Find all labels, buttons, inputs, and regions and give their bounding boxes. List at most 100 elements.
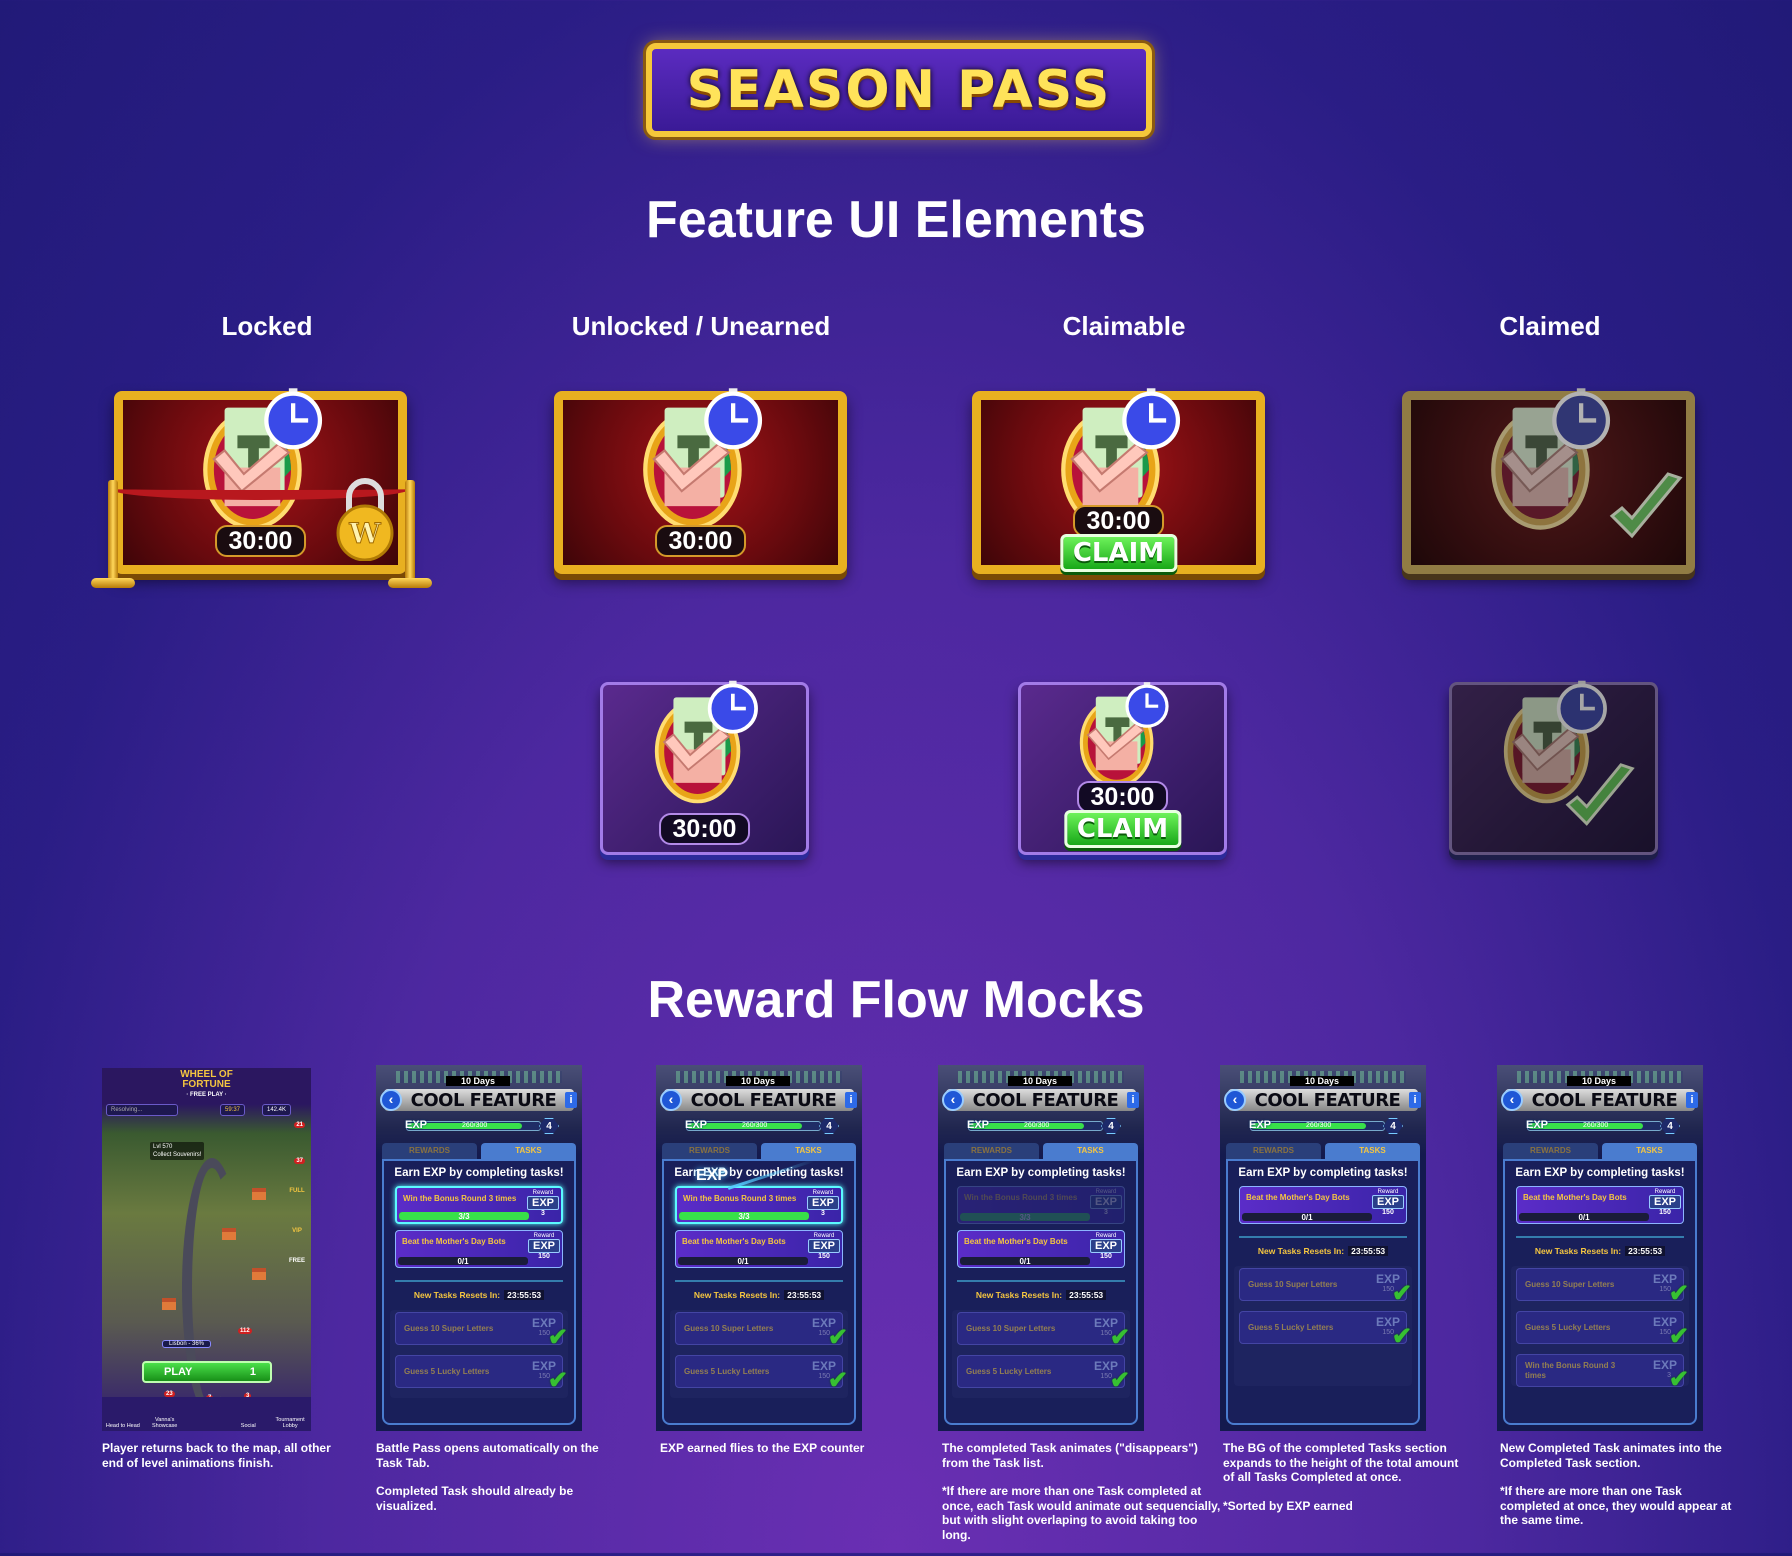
svg-text:W: W <box>348 517 381 550</box>
play-button[interactable]: PLAY 1 <box>142 1361 272 1383</box>
task-card[interactable]: Beat the Mother's Day Bots 0/1 Reward EXP… <box>957 1230 1125 1268</box>
task-card[interactable]: Win the Bonus Round 3 times 3/3 Reward EX… <box>957 1186 1125 1224</box>
task-card[interactable]: Beat the Mother's Day Bots 0/1 Reward EXP… <box>1239 1186 1407 1224</box>
task-reward: Reward EXP 150 <box>808 1233 840 1260</box>
flow-caption: EXP earned flies to the EXP counter <box>660 1441 865 1455</box>
days-remaining: 10 Days <box>1008 1076 1072 1086</box>
back-icon[interactable]: ‹ <box>660 1089 682 1111</box>
flow-caption: Battle Pass opens automatically on the T… <box>376 1441 599 1513</box>
tab-tasks[interactable]: TASKS <box>1043 1143 1138 1159</box>
completed-task: Guess 10 Super Letters EXP 150 ✔ <box>957 1312 1130 1351</box>
task-panel-mock: 10 Days ‹ COOL FEATURE i EXP 260/300 4 REWA… <box>938 1065 1144 1431</box>
tab-rewards[interactable]: REWARDS <box>382 1143 477 1159</box>
info-icon[interactable]: i <box>1685 1092 1698 1108</box>
completed-section: Guess 10 Super Letters EXP 150 ✔ Guess 5… <box>952 1310 1130 1398</box>
tasks-heading: Earn EXP by completing tasks! <box>956 1167 1126 1179</box>
side-free[interactable]: FREE <box>286 1258 308 1264</box>
info-icon[interactable]: i <box>1408 1092 1421 1108</box>
checkmark-icon: ✔ <box>1668 1280 1689 1307</box>
tab-rewards[interactable]: REWARDS <box>1226 1143 1321 1159</box>
checkmark-icon: ✔ <box>1109 1367 1130 1394</box>
tasks-panel: Earn EXP by completing tasks! Win the Bo… <box>662 1159 856 1425</box>
checkmark-icon: ✔ <box>547 1324 568 1351</box>
back-icon[interactable]: ‹ <box>380 1089 402 1111</box>
tasks-heading: Earn EXP by completing tasks! <box>394 1167 564 1179</box>
nav-tournament[interactable]: Tournament Lobby <box>272 1417 308 1429</box>
side-vip[interactable]: VIP <box>286 1228 308 1234</box>
completed-task: Guess 10 Super Letters EXP 150 ✔ <box>675 1312 848 1351</box>
map-house <box>222 1228 236 1240</box>
tile-claimable-large[interactable]: 30:00 CLAIM <box>972 388 1265 574</box>
nav-head-to-head[interactable]: Head to Head <box>105 1423 141 1429</box>
task-card[interactable]: Win the Bonus Round 3 times 3/3 Reward EX… <box>675 1186 843 1224</box>
back-icon[interactable]: ‹ <box>1501 1089 1523 1111</box>
task-card[interactable]: Beat the Mother's Day Bots 0/1 Reward EXP… <box>1516 1186 1684 1224</box>
back-icon[interactable]: ‹ <box>942 1089 964 1111</box>
task-card[interactable]: Beat the Mother's Day Bots 0/1 Reward EXP… <box>395 1230 563 1268</box>
checkmark-icon <box>1609 472 1683 539</box>
tasks-panel: Earn EXP by completing tasks! Beat the M… <box>1503 1159 1697 1425</box>
completed-task: Guess 5 Lucky Letters EXP 150 ✔ <box>675 1355 848 1394</box>
checkmark-icon: ✔ <box>1391 1323 1412 1350</box>
task-card[interactable]: Win the Bonus Round 3 times 3/3 Reward EX… <box>395 1186 563 1224</box>
info-icon[interactable]: i <box>564 1092 577 1108</box>
info-icon[interactable]: i <box>1126 1092 1139 1108</box>
flow-caption: The completed Task animates ("disappears… <box>942 1441 1221 1542</box>
days-remaining: 10 Days <box>726 1076 790 1086</box>
rope-post <box>108 480 118 580</box>
feature-title-bar: ‹ COOL FEATURE i <box>380 1089 577 1111</box>
reward-flow-title: Reward Flow Mocks <box>647 971 1145 1029</box>
info-icon[interactable]: i <box>844 1092 857 1108</box>
city-progress: Lisbon - 36% <box>162 1340 212 1348</box>
reset-timer: New Tasks Resets In: 23:55:53 <box>957 1280 1125 1300</box>
reset-timer: New Tasks Resets In: 23:55:53 <box>675 1280 843 1300</box>
claim-button[interactable]: CLAIM <box>1059 534 1178 572</box>
nav-social[interactable]: Social <box>230 1423 266 1429</box>
completed-task: Guess 5 Lucky Letters EXP 150 ✔ <box>1516 1311 1689 1350</box>
rope-post-base <box>388 578 432 588</box>
completed-section: Guess 10 Super Letters EXP 150 ✔ Guess 5… <box>1234 1266 1412 1386</box>
tab-tasks[interactable]: TASKS <box>1602 1143 1697 1159</box>
claim-button[interactable]: CLAIM <box>1063 810 1182 848</box>
tile-claimable-small[interactable]: 30:00 CLAIM <box>1018 682 1227 855</box>
tab-tasks[interactable]: TASKS <box>1325 1143 1420 1159</box>
completed-task: Guess 10 Super Letters EXP 150 ✔ <box>1516 1268 1689 1307</box>
book-badge: 112 <box>238 1328 252 1334</box>
tile-unlocked-large: 30:00 <box>554 388 847 574</box>
tab-tasks[interactable]: TASKS <box>761 1143 856 1159</box>
timer-label: 30:00 <box>658 813 751 845</box>
task-card[interactable]: Beat the Mother's Day Bots 0/1 Reward EXP… <box>675 1230 843 1268</box>
tab-tasks[interactable]: TASKS <box>481 1143 576 1159</box>
task-reward: Reward EXP 3 <box>1090 1189 1122 1216</box>
side-full[interactable]: FULL <box>286 1188 308 1194</box>
checkmark-icon: ✔ <box>1668 1366 1689 1393</box>
completed-task: Guess 5 Lucky Letters EXP 150 ✔ <box>957 1355 1130 1394</box>
game-map-mock: WHEEL OF FORTUNE · FREE PLAY · Resolving..… <box>102 1068 311 1431</box>
exp-bar: EXP 260/300 <box>685 1119 821 1131</box>
tile-claimed-small <box>1449 680 1658 855</box>
days-remaining: 10 Days <box>1567 1076 1631 1086</box>
completed-task: Win the Bonus Round 3 times EXP 3 ✔ <box>1516 1354 1689 1393</box>
ticket-timer: 59:37 <box>220 1104 246 1116</box>
task-panel-mock: 10 Days ‹ COOL FEATURE i EXP 260/300 4 REWA… <box>1497 1065 1703 1431</box>
tasks-panel: Earn EXP by completing tasks! Win the Bo… <box>944 1159 1138 1425</box>
completed-section: Guess 10 Super Letters EXP 150 ✔ Guess 5… <box>1511 1266 1689 1393</box>
rope-post-base <box>91 578 135 588</box>
column-label-claimable: Claimable <box>1062 311 1186 341</box>
flow-caption: Player returns back to the map, all othe… <box>102 1441 331 1470</box>
completed-section: Guess 10 Super Letters EXP 150 ✔ Guess 5… <box>670 1310 848 1398</box>
checkmark-icon: ✔ <box>1391 1280 1412 1307</box>
nav-showcase[interactable]: Vanna's Showcase <box>147 1417 183 1429</box>
column-label-claimed: Claimed <box>1499 311 1601 341</box>
level-info: Lvl 570 Collect Souvenirs! <box>150 1142 205 1160</box>
map-house <box>162 1298 176 1310</box>
checkmark-icon: ✔ <box>547 1367 568 1394</box>
padlock-icon: W <box>336 478 394 561</box>
tab-rewards[interactable]: REWARDS <box>1503 1143 1598 1159</box>
flow-caption: New Completed Task animates into the Com… <box>1500 1441 1732 1527</box>
coin-balance[interactable]: 142.4K <box>262 1104 292 1116</box>
back-icon[interactable]: ‹ <box>1224 1089 1246 1111</box>
tab-rewards[interactable]: REWARDS <box>662 1143 757 1159</box>
tab-rewards[interactable]: REWARDS <box>944 1143 1039 1159</box>
completed-task: Guess 10 Super Letters EXP 150 ✔ <box>1239 1268 1412 1307</box>
